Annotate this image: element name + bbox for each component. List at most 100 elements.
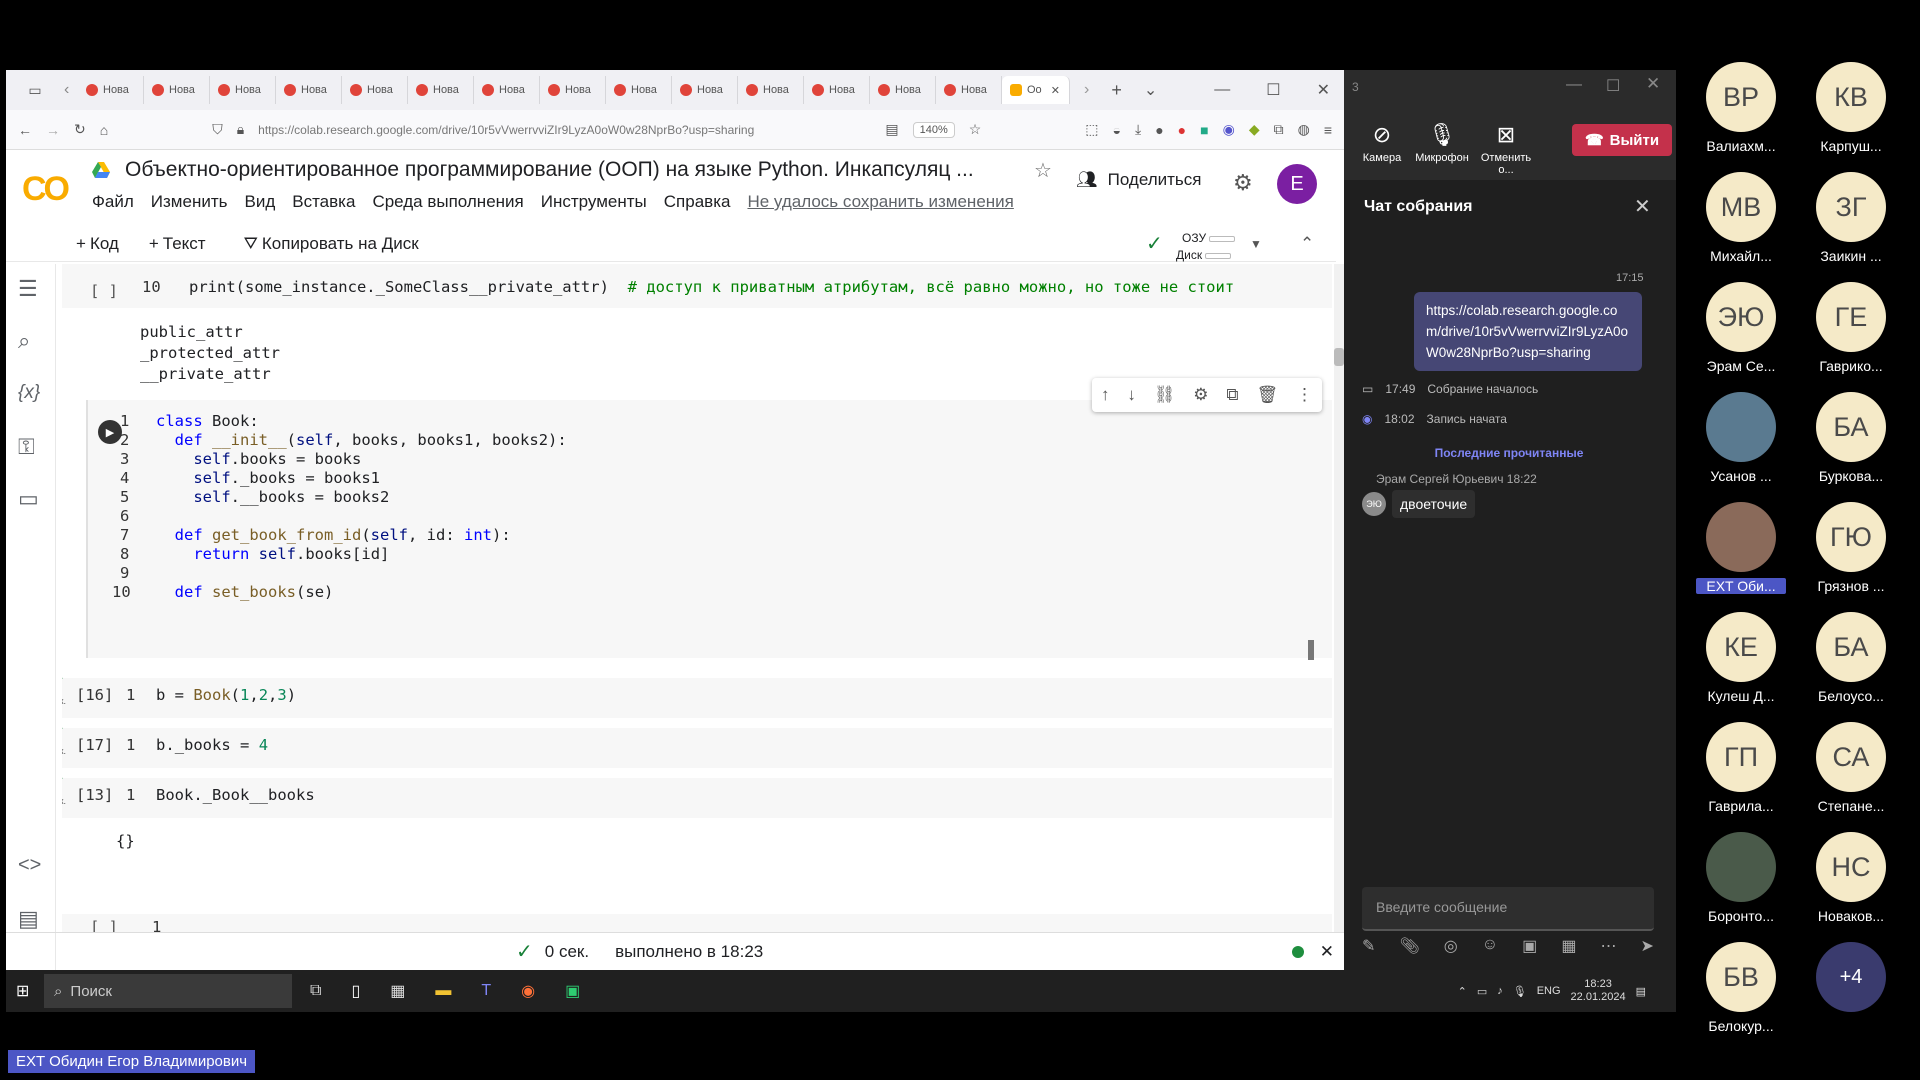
more-icon[interactable]: ⋯ (1600, 936, 1616, 956)
move-down-icon[interactable]: ↓ (1127, 385, 1136, 405)
menu-view[interactable]: Вид (244, 192, 275, 212)
folder-icon[interactable]: ▬ (435, 982, 451, 1000)
participant-tile[interactable]: Боронто... (1696, 832, 1786, 924)
menu-runtime[interactable]: Среда выполнения (372, 192, 523, 212)
clock[interactable]: 18:23 22.01.2024 (1571, 978, 1626, 1004)
sticker-icon[interactable]: ▦ (1561, 936, 1576, 956)
microphone-icon[interactable]: 🎙︎ (1513, 985, 1527, 998)
code-snippets-icon[interactable]: <> (18, 854, 41, 877)
teams-app-icon[interactable]: T (481, 982, 491, 1000)
participant-tile[interactable]: ГП Гаврила... (1696, 722, 1786, 814)
settings-gear-icon[interactable]: ⚙ (1233, 170, 1253, 196)
browser-tab[interactable]: Нова (606, 76, 672, 104)
browser-tab[interactable]: Нова (276, 76, 342, 104)
taskbar-search[interactable]: ⌕ Поиск (44, 974, 292, 1008)
tab-list-icon[interactable]: ▭ (6, 82, 64, 99)
code-line[interactable]: class Book: (156, 412, 259, 430)
collapse-chevron-icon[interactable]: ⌃ (1300, 234, 1314, 254)
code-line[interactable]: self.books = books (156, 450, 361, 468)
code-line[interactable]: b = Book(1,2,3) (156, 686, 296, 704)
participant-tile[interactable]: НС Новаков... (1806, 832, 1896, 924)
lang-indicator[interactable]: ENG (1537, 985, 1561, 997)
browser-tab[interactable]: Нова (870, 76, 936, 104)
adblock-icon[interactable]: ● (1178, 122, 1186, 138)
participant-tile[interactable]: ВР Валиахм... (1696, 62, 1786, 154)
leave-button[interactable]: ☎ Выйти (1572, 124, 1672, 156)
minimize-icon[interactable]: — (1566, 76, 1582, 94)
mirror-cell-icon[interactable]: ⧉ (1226, 385, 1238, 405)
code-line[interactable]: Book._Book__books (156, 786, 315, 804)
participant-tile[interactable]: СА Степане... (1806, 722, 1896, 814)
browser-tab[interactable]: Нова (804, 76, 870, 104)
gear-icon[interactable]: ⚙ (1193, 385, 1208, 405)
scrollbar-thumb[interactable] (1308, 640, 1314, 660)
reader-icon[interactable]: ▤ (885, 121, 898, 138)
bookmark-star-icon[interactable]: ☆ (969, 121, 982, 138)
send-icon[interactable]: ➤ (1641, 936, 1654, 956)
participant-tile[interactable]: КЕ Кулеш Д... (1696, 612, 1786, 704)
close-window-icon[interactable]: ✕ (1317, 80, 1330, 100)
emoji-icon[interactable]: ☺ (1482, 936, 1498, 956)
camera-button[interactable]: ⊘ Камера (1350, 122, 1414, 164)
download-icon[interactable]: ⤓ (1135, 121, 1141, 138)
firefox-icon[interactable]: ◉ (521, 981, 535, 1001)
browser-tab[interactable]: Нова (210, 76, 276, 104)
table-of-contents-icon[interactable]: ☰ (18, 276, 38, 302)
add-text-button[interactable]: + Текст (149, 234, 206, 254)
browser-tab[interactable]: Нова (342, 76, 408, 104)
cancel-share-button[interactable]: ⊠ Отменить о... (1474, 122, 1538, 176)
participant-tile[interactable]: EXT Оби... (1696, 502, 1786, 594)
close-icon[interactable]: ✕ (1320, 942, 1334, 962)
menu-tools[interactable]: Инструменты (541, 192, 647, 212)
tab-scroll-right-icon[interactable]: › (1084, 81, 1089, 99)
puzzle-icon[interactable]: ⧉ (1274, 121, 1284, 138)
menu-insert[interactable]: Вставка (292, 192, 355, 212)
url-field[interactable]: https://colab.research.google.com/drive/… (258, 123, 871, 137)
reload-icon[interactable]: ↻ (74, 121, 86, 138)
run-cell-button[interactable]: ▶ (98, 420, 122, 444)
pycharm-icon[interactable]: ▣ (565, 981, 580, 1001)
maximize-icon[interactable]: ☐ (1266, 80, 1280, 100)
code-line[interactable]: def set_books(se) (156, 583, 334, 601)
resource-indicator[interactable]: ОЗУ Диск (1146, 230, 1236, 264)
pocket-icon[interactable]: ◒ (1113, 122, 1121, 138)
shield-icon[interactable]: ⛉ (212, 121, 223, 138)
menu-file[interactable]: Файл (92, 192, 134, 212)
extension-icon[interactable]: ◉ (1223, 121, 1235, 138)
close-chat-icon[interactable]: ✕ (1634, 194, 1651, 219)
code-line[interactable]: self._books = books1 (156, 469, 380, 487)
menu-edit[interactable]: Изменить (151, 192, 228, 212)
participant-tile[interactable]: ГЕ Гаврико... (1806, 282, 1896, 374)
participant-tile[interactable]: +4 (1806, 942, 1896, 1012)
cell-prompt[interactable]: [13] (76, 786, 113, 804)
code-line[interactable]: print(some_instance._SomeClass__private_… (189, 278, 1234, 296)
cell-prompt[interactable]: [17] (76, 736, 113, 754)
chat-message-link[interactable]: https://colab.research.google.com/drive/… (1414, 292, 1642, 371)
code-line[interactable]: b._books = 4 (156, 736, 268, 754)
chevron-down-icon[interactable]: ⌄ (1144, 80, 1157, 100)
terminal-icon[interactable]: ▤ (18, 906, 39, 932)
menu-icon[interactable]: ≡ (1324, 122, 1332, 138)
cell-prompt[interactable]: [16] (76, 686, 113, 704)
chat-message[interactable]: ЭЮ двоеточие (1362, 490, 1476, 518)
close-tab-icon[interactable]: ✕ (1051, 84, 1060, 97)
variables-icon[interactable]: {x} (18, 382, 40, 404)
participant-tile[interactable]: ЗГ Заикин ... (1806, 172, 1896, 264)
task-view-icon[interactable]: ⧉ (310, 982, 321, 1000)
browser-tab[interactable]: Нова (540, 76, 606, 104)
maximize-icon[interactable]: ☐ (1606, 76, 1620, 96)
code-line[interactable]: self.__books = books2 (156, 488, 389, 506)
colab-logo[interactable]: CO (22, 170, 70, 209)
home-icon[interactable]: ⌂ (100, 122, 108, 138)
network-icon[interactable]: ▭ (1477, 985, 1487, 998)
browser-tab[interactable]: Нова (672, 76, 738, 104)
loop-icon[interactable]: ◎ (1444, 936, 1458, 956)
gif-icon[interactable]: ▣ (1522, 936, 1537, 956)
extension-icon[interactable]: ● (1155, 122, 1163, 138)
key-icon[interactable]: ⚿ (18, 434, 35, 460)
tab-colab[interactable]: Оо ✕ (1002, 76, 1070, 104)
notebook-title[interactable]: Объектно-ориентированное программировани… (125, 158, 974, 182)
windows-start-icon[interactable]: ⊞ (16, 981, 29, 1001)
message-input[interactable]: Введите сообщение (1362, 887, 1654, 931)
close-window-icon[interactable]: ✕ (1646, 74, 1660, 94)
